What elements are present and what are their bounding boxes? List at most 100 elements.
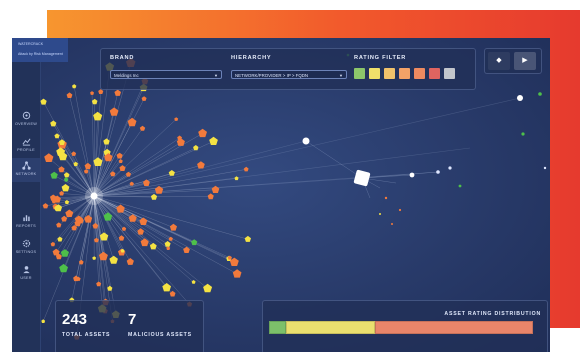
- asset-node[interactable]: [448, 166, 452, 170]
- asset-node[interactable]: [191, 280, 196, 284]
- asset-node[interactable]: [90, 91, 94, 95]
- rating-swatch[interactable]: [414, 68, 425, 79]
- asset-node[interactable]: [50, 171, 58, 179]
- asset-node[interactable]: [166, 246, 171, 250]
- asset-node[interactable]: [57, 236, 63, 242]
- asset-node[interactable]: [164, 241, 171, 247]
- asset-node[interactable]: [56, 222, 62, 228]
- asset-node[interactable]: [44, 153, 54, 162]
- sidebar-item-user[interactable]: USER: [12, 262, 40, 286]
- rating-swatch[interactable]: [444, 68, 455, 79]
- asset-node[interactable]: [436, 170, 440, 174]
- asset-node[interactable]: [91, 98, 98, 105]
- hierarchy-select[interactable]: NETWORK/PROVIDER > IP > FQDN ▼: [231, 70, 347, 79]
- asset-node[interactable]: [521, 132, 525, 136]
- asset-node[interactable]: [40, 98, 47, 105]
- sidebar-item-profile[interactable]: PROFILE: [12, 134, 40, 158]
- asset-node[interactable]: [59, 190, 64, 196]
- asset-node[interactable]: [168, 170, 175, 176]
- asset-node[interactable]: [65, 209, 74, 218]
- asset-node[interactable]: [137, 228, 144, 235]
- asset-node[interactable]: [168, 236, 173, 241]
- rating-swatch[interactable]: [369, 68, 380, 79]
- asset-node[interactable]: [109, 255, 118, 264]
- asset-node[interactable]: [197, 161, 205, 169]
- asset-node[interactable]: [66, 92, 73, 98]
- rating-swatch[interactable]: [429, 68, 440, 79]
- asset-node[interactable]: [127, 117, 137, 127]
- asset-node[interactable]: [52, 248, 60, 256]
- asset-node[interactable]: [118, 235, 125, 241]
- asset-node[interactable]: [78, 259, 84, 265]
- asset-node[interactable]: [169, 223, 177, 231]
- asset-node[interactable]: [162, 283, 171, 292]
- asset-node[interactable]: [141, 96, 147, 101]
- rating-swatch[interactable]: [384, 68, 395, 79]
- provider-node[interactable]: [353, 169, 371, 187]
- sidebar-item-settings[interactable]: SETTINGS: [12, 236, 40, 260]
- asset-node[interactable]: [64, 200, 70, 205]
- asset-node[interactable]: [191, 239, 198, 246]
- diamond-button[interactable]: ◆: [488, 52, 510, 70]
- asset-node[interactable]: [72, 84, 77, 89]
- asset-node[interactable]: [234, 176, 239, 181]
- asset-node[interactable]: [59, 263, 68, 273]
- rating-swatch[interactable]: [399, 68, 410, 79]
- asset-node[interactable]: [107, 285, 113, 291]
- asset-node[interactable]: [244, 235, 251, 242]
- asset-node[interactable]: [125, 171, 131, 177]
- asset-node[interactable]: [110, 171, 116, 177]
- brand-select[interactable]: Meldings Inc ▼: [110, 70, 222, 79]
- sidebar-item-reports[interactable]: REPORTS: [12, 210, 40, 234]
- asset-node[interactable]: [84, 162, 92, 170]
- play-button[interactable]: ▶: [514, 52, 536, 70]
- asset-node[interactable]: [54, 133, 60, 139]
- sidebar-item-network[interactable]: NETWORK: [12, 158, 40, 182]
- asset-node[interactable]: [71, 151, 77, 156]
- asset-node[interactable]: [227, 255, 232, 260]
- asset-node[interactable]: [409, 172, 415, 178]
- asset-node[interactable]: [209, 136, 218, 145]
- asset-node[interactable]: [458, 184, 462, 188]
- rating-swatch[interactable]: [354, 68, 365, 79]
- asset-node[interactable]: [203, 283, 213, 293]
- asset-node[interactable]: [50, 120, 57, 127]
- asset-node[interactable]: [384, 196, 388, 200]
- asset-node[interactable]: [118, 159, 123, 163]
- asset-node[interactable]: [398, 208, 402, 212]
- asset-node[interactable]: [211, 185, 220, 193]
- asset-node[interactable]: [116, 204, 125, 213]
- asset-node[interactable]: [42, 203, 49, 209]
- asset-node[interactable]: [302, 137, 310, 145]
- asset-node[interactable]: [114, 89, 121, 96]
- asset-node[interactable]: [61, 215, 68, 222]
- asset-node[interactable]: [103, 212, 113, 221]
- asset-node[interactable]: [92, 256, 97, 260]
- asset-node[interactable]: [243, 166, 249, 172]
- asset-node[interactable]: [149, 242, 157, 250]
- asset-node[interactable]: [538, 92, 542, 96]
- asset-node[interactable]: [41, 319, 46, 323]
- asset-node[interactable]: [60, 249, 69, 257]
- asset-node[interactable]: [198, 128, 207, 138]
- asset-node[interactable]: [517, 95, 523, 101]
- asset-node[interactable]: [63, 172, 70, 178]
- asset-node[interactable]: [92, 223, 99, 229]
- asset-node[interactable]: [109, 107, 119, 116]
- sidebar-item-overview[interactable]: OVERVIEW: [12, 108, 40, 132]
- asset-node[interactable]: [150, 193, 158, 200]
- hub-node[interactable]: [90, 192, 98, 200]
- asset-node[interactable]: [129, 181, 134, 186]
- asset-node[interactable]: [207, 193, 214, 200]
- asset-node[interactable]: [103, 138, 110, 145]
- asset-node[interactable]: [543, 166, 547, 170]
- asset-node[interactable]: [379, 213, 381, 215]
- asset-node[interactable]: [232, 269, 242, 278]
- asset-node[interactable]: [116, 152, 123, 159]
- asset-node[interactable]: [139, 125, 146, 131]
- asset-node[interactable]: [126, 258, 134, 265]
- asset-node[interactable]: [61, 184, 70, 192]
- asset-node[interactable]: [119, 165, 126, 171]
- asset-node[interactable]: [193, 145, 199, 151]
- asset-node[interactable]: [391, 223, 393, 225]
